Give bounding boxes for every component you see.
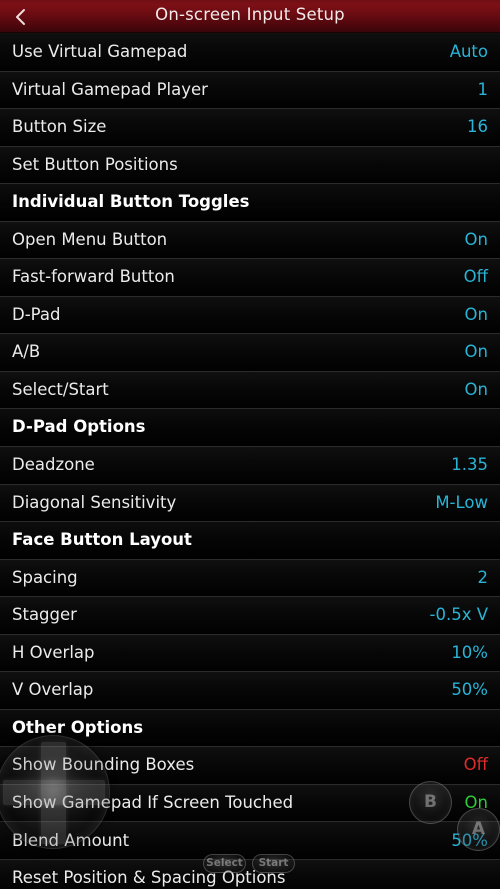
setting-row-button-size[interactable]: Button Size 16	[0, 108, 500, 146]
section-header-label: D-Pad Options	[12, 417, 146, 437]
start-button[interactable]: Start	[252, 854, 295, 873]
setting-label: Select/Start	[12, 379, 109, 399]
setting-value[interactable]: Off	[464, 269, 488, 286]
setting-row-diagonal-sensitivity[interactable]: Diagonal Sensitivity M-Low	[0, 483, 500, 522]
setting-label: Open Menu Button	[12, 229, 168, 249]
setting-row-stagger[interactable]: Stagger -0.5x V	[0, 596, 500, 634]
setting-row-select-start[interactable]: Select/Start On	[0, 370, 500, 409]
a-button-label: A	[471, 819, 486, 839]
setting-value[interactable]: 1.35	[451, 457, 488, 474]
setting-value[interactable]: 50%	[451, 682, 488, 699]
setting-label: Spacing	[12, 567, 78, 587]
on-screen-input-setup-screen: On-screen Input Setup Use Virtual Gamepa…	[0, 0, 500, 889]
section-header-d-pad-options: D-Pad Options	[0, 408, 500, 447]
setting-value[interactable]: -0.5x V	[430, 607, 489, 624]
title-bar: On-screen Input Setup	[0, 0, 500, 33]
dpad-icon[interactable]	[0, 735, 110, 849]
setting-value[interactable]: 1	[478, 81, 489, 99]
setting-value[interactable]: 10%	[451, 644, 488, 662]
dpad-center-hub	[36, 775, 70, 809]
setting-row-use-virtual-gamepad[interactable]: Use Virtual Gamepad Auto	[0, 33, 500, 71]
setting-label: D-Pad	[12, 304, 61, 324]
setting-label: H Overlap	[12, 642, 95, 662]
setting-value[interactable]: On	[465, 231, 488, 249]
setting-row-fast-forward-button[interactable]: Fast-forward Button Off	[0, 258, 500, 296]
setting-label: A/B	[12, 342, 41, 362]
section-header-individual-button-toggles: Individual Button Toggles	[0, 183, 500, 221]
setting-row-set-button-positions[interactable]: Set Button Positions	[0, 145, 500, 184]
select-button-label: Select	[206, 857, 243, 870]
setting-value[interactable]: Off	[464, 757, 488, 774]
setting-row-reset-position-spacing-options[interactable]: Reset Position & Spacing Options	[0, 859, 500, 889]
setting-value[interactable]: On	[465, 381, 488, 399]
b-button[interactable]: B	[409, 781, 452, 824]
setting-value[interactable]: 16	[467, 119, 488, 136]
setting-row-open-menu-button[interactable]: Open Menu Button On	[0, 220, 500, 259]
setting-row-virtual-gamepad-player[interactable]: Virtual Gamepad Player 1	[0, 70, 500, 109]
b-button-label: B	[424, 792, 437, 812]
setting-label: V Overlap	[12, 680, 94, 700]
setting-label: Stagger	[12, 605, 77, 625]
setting-value[interactable]: Auto	[450, 43, 488, 61]
setting-label: Fast-forward Button	[12, 267, 175, 287]
setting-row-a-b[interactable]: A/B On	[0, 333, 500, 371]
start-button-label: Start	[258, 857, 289, 870]
setting-row-h-overlap[interactable]: H Overlap 10%	[0, 633, 500, 672]
setting-label: Diagonal Sensitivity	[12, 492, 177, 512]
setting-row-spacing[interactable]: Spacing 2	[0, 558, 500, 597]
select-button[interactable]: Select	[203, 854, 246, 873]
setting-value[interactable]: M-Low	[435, 494, 488, 512]
section-header-label: Individual Button Toggles	[12, 192, 250, 212]
setting-label: Deadzone	[12, 455, 95, 475]
setting-value[interactable]: On	[465, 306, 488, 324]
setting-label: Button Size	[12, 117, 107, 137]
setting-row-deadzone[interactable]: Deadzone 1.35	[0, 446, 500, 484]
setting-label: Reset Position & Spacing Options	[12, 868, 286, 888]
setting-row-v-overlap[interactable]: V Overlap 50%	[0, 671, 500, 709]
page-title: On-screen Input Setup	[155, 5, 345, 25]
setting-row-d-pad[interactable]: D-Pad On	[0, 295, 500, 334]
section-header-label: Other Options	[12, 717, 144, 737]
section-header-face-button-layout: Face Button Layout	[0, 521, 500, 559]
back-button[interactable]	[0, 0, 40, 32]
setting-label: Use Virtual Gamepad	[12, 41, 188, 61]
section-header-label: Face Button Layout	[12, 530, 192, 550]
a-button[interactable]: A	[457, 808, 500, 851]
setting-label: Set Button Positions	[12, 154, 178, 174]
setting-value[interactable]: 2	[478, 569, 489, 587]
chevron-left-icon	[15, 8, 26, 26]
setting-label: Virtual Gamepad Player	[12, 79, 208, 99]
setting-value[interactable]: On	[465, 344, 488, 361]
